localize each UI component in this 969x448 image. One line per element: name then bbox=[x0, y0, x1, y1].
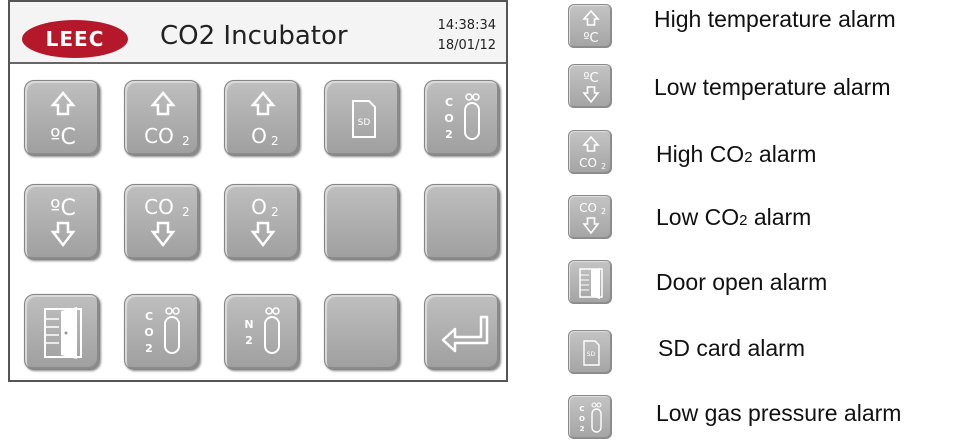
sd-card-icon: SD bbox=[568, 330, 612, 374]
door-open-icon bbox=[568, 260, 612, 304]
svg-text:2: 2 bbox=[445, 128, 453, 141]
clock: 14:38:34 18/01/12 bbox=[438, 16, 496, 56]
legend-label: Door open alarm bbox=[656, 269, 828, 295]
svg-text:2: 2 bbox=[601, 162, 606, 171]
legend-item-low-co2: CO 2 Low CO2 alarm bbox=[568, 195, 968, 239]
screen-header: LEEC CO2 Incubator 14:38:34 18/01/12 bbox=[10, 2, 506, 64]
legend-label: High CO2 alarm bbox=[656, 141, 817, 167]
sd-card-icon: SD bbox=[352, 100, 376, 138]
sd-card-alarm-button[interactable]: SD bbox=[324, 80, 400, 156]
high-temperature-icon: ºC bbox=[568, 4, 612, 48]
high-co2-icon: CO 2 bbox=[568, 130, 612, 174]
co2-gas-cylinder-icon: C O 2 bbox=[144, 307, 180, 355]
co2-gas-cylinder-icon: C O 2 bbox=[568, 395, 612, 439]
svg-text:2: 2 bbox=[145, 342, 153, 355]
svg-text:2: 2 bbox=[271, 134, 279, 148]
low-temperature-icon: ºC bbox=[50, 196, 76, 248]
legend-label: Low CO2 alarm bbox=[656, 204, 812, 230]
legend-item-low-temperature: ºC Low temperature alarm bbox=[568, 64, 968, 108]
svg-text:ºC: ºC bbox=[583, 71, 598, 86]
svg-text:2: 2 bbox=[580, 425, 585, 433]
legend-label: Low gas pressure alarm bbox=[656, 400, 902, 426]
co2-gas-cylinder-icon: C O 2 bbox=[444, 93, 480, 141]
incubator-screen: LEEC CO2 Incubator 14:38:34 18/01/12 ºC … bbox=[8, 0, 508, 382]
blank-button[interactable] bbox=[324, 294, 400, 370]
svg-text:O: O bbox=[251, 195, 267, 219]
high-temperature-alarm-button[interactable]: ºC bbox=[24, 80, 100, 156]
svg-text:CO: CO bbox=[579, 201, 597, 215]
svg-text:2: 2 bbox=[271, 205, 279, 219]
svg-text:SD: SD bbox=[358, 118, 371, 128]
door-open-alarm-button[interactable] bbox=[24, 294, 100, 370]
leec-logo: LEEC bbox=[22, 20, 128, 58]
legend-label: SD card alarm bbox=[658, 335, 805, 361]
legend-label: High temperature alarm bbox=[654, 6, 896, 32]
enter-button[interactable] bbox=[424, 294, 500, 370]
svg-text:2: 2 bbox=[601, 207, 606, 216]
svg-text:CO: CO bbox=[144, 195, 174, 219]
co2-gas-pressure-alarm-button[interactable]: C O 2 bbox=[124, 294, 200, 370]
high-temperature-icon: ºC bbox=[50, 91, 76, 150]
legend-item-door-open: Door open alarm bbox=[568, 260, 968, 304]
svg-text:ºC: ºC bbox=[50, 196, 76, 221]
low-o2-icon: O 2 bbox=[250, 195, 279, 248]
svg-text:O: O bbox=[251, 124, 267, 148]
legend-item-sd-card: SD SD card alarm bbox=[568, 330, 968, 374]
high-o2-icon: O 2 bbox=[250, 91, 279, 148]
svg-text:CO: CO bbox=[144, 124, 174, 148]
date-display: 18/01/12 bbox=[437, 38, 496, 53]
n2-gas-cylinder-icon: N 2 bbox=[244, 307, 280, 354]
svg-text:2: 2 bbox=[245, 334, 253, 347]
time-display: 14:38:34 bbox=[437, 18, 496, 33]
svg-text:ºC: ºC bbox=[50, 125, 76, 150]
enter-return-icon bbox=[441, 315, 489, 353]
legend-item-low-gas-pressure: C O 2 Low gas pressure alarm bbox=[568, 395, 968, 439]
low-co2-icon: CO 2 bbox=[144, 195, 190, 248]
high-co2-icon: CO 2 bbox=[144, 91, 190, 148]
low-o2-alarm-button[interactable]: O 2 bbox=[224, 184, 300, 260]
low-co2-alarm-button[interactable]: CO 2 bbox=[124, 184, 200, 260]
low-co2-icon: CO 2 bbox=[568, 195, 612, 239]
door-open-icon bbox=[44, 307, 82, 359]
legend-label: Low temperature alarm bbox=[654, 74, 891, 100]
svg-text:2: 2 bbox=[182, 205, 190, 219]
svg-text:2: 2 bbox=[182, 134, 190, 148]
svg-text:O: O bbox=[579, 415, 585, 423]
co2-gas-pressure-alarm-button[interactable]: C O 2 bbox=[424, 80, 500, 156]
low-temperature-icon: ºC bbox=[568, 64, 612, 108]
high-o2-alarm-button[interactable]: O 2 bbox=[224, 80, 300, 156]
svg-text:CO: CO bbox=[579, 156, 597, 170]
svg-text:ºC: ºC bbox=[583, 31, 598, 46]
svg-text:C: C bbox=[579, 405, 584, 413]
svg-text:N: N bbox=[244, 318, 253, 331]
legend-item-high-temperature: ºC High temperature alarm bbox=[568, 4, 968, 48]
svg-text:O: O bbox=[444, 112, 453, 125]
legend-item-high-co2: CO 2 High CO2 alarm bbox=[568, 130, 968, 174]
svg-text:SD: SD bbox=[587, 351, 596, 358]
blank-button[interactable] bbox=[324, 184, 400, 260]
high-co2-alarm-button[interactable]: CO 2 bbox=[124, 80, 200, 156]
svg-text:C: C bbox=[145, 310, 153, 323]
page-title: CO2 Incubator bbox=[160, 21, 348, 51]
blank-button[interactable] bbox=[424, 184, 500, 260]
svg-text:O: O bbox=[144, 326, 153, 339]
n2-gas-pressure-alarm-button[interactable]: N 2 bbox=[224, 294, 300, 370]
low-temperature-alarm-button[interactable]: ºC bbox=[24, 184, 100, 260]
svg-text:C: C bbox=[445, 96, 453, 109]
